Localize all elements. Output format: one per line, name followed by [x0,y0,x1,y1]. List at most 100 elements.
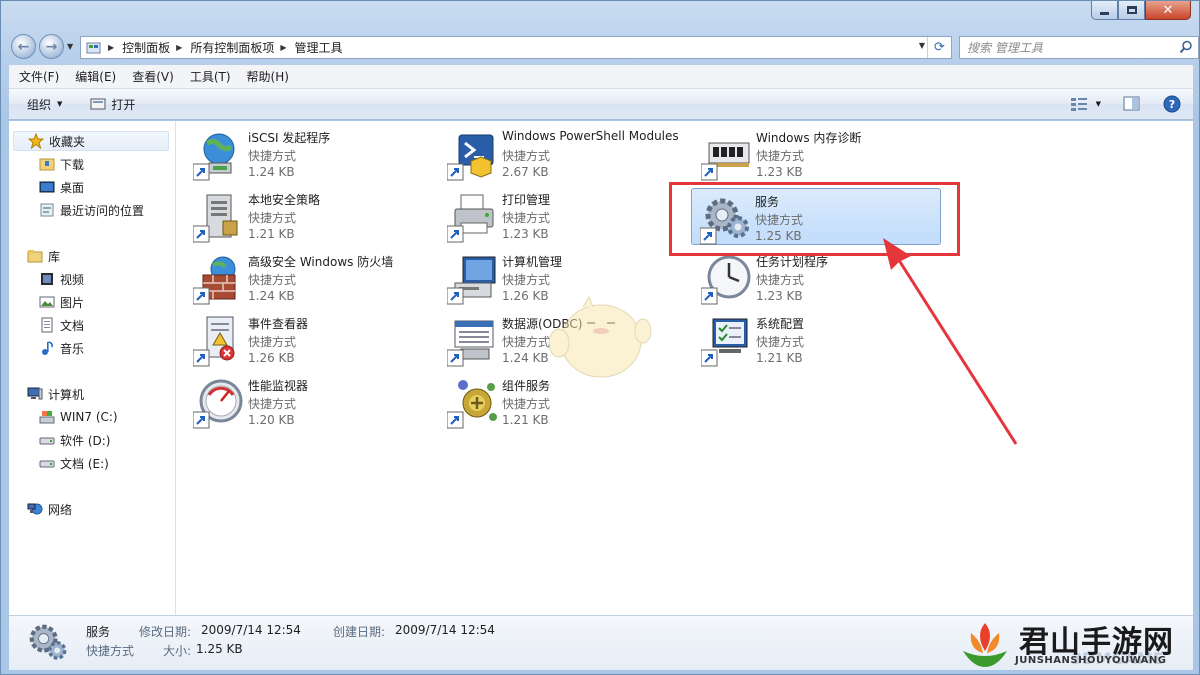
nav-favorites-label: 收藏夹 [49,134,86,149]
firewall-icon [193,256,236,305]
nav-desktop[interactable]: 桌面 [39,177,84,197]
nav-computer-label: 计算机 [48,387,85,402]
lotus-logo-icon [963,623,1007,667]
preview-pane-icon[interactable] [1123,96,1141,112]
odbc-icon [447,320,494,367]
nav-drive-d-label: 软件 (D:) [60,433,111,448]
address-bar[interactable]: ▶ 控制面板 ▶ 所有控制面板项 ▶ 管理工具 ▼ ⟳ [80,36,952,59]
breadcrumb-all-items[interactable]: 所有控制面板项 [190,39,274,56]
maximize-button[interactable] [1118,1,1145,20]
file-size: 1.26 KB [248,351,295,365]
memory-chip-icon [701,142,750,181]
chevron-down-icon: ▼ [57,100,63,108]
menu-help[interactable]: 帮助(H) [247,68,289,85]
nav-pictures[interactable]: 图片 [39,292,84,312]
open-icon [90,98,106,110]
minimize-button[interactable] [1091,1,1118,20]
maximize-icon [1126,6,1137,14]
nav-drive-d[interactable]: 软件 (D:) [39,430,110,450]
open-label: 打开 [111,97,136,112]
file-name: Windows 内存诊断 [756,131,862,145]
video-library-icon [41,273,53,285]
nav-music[interactable]: 音乐 [39,338,84,358]
nav-recent-places-label: 最近访问的位置 [60,203,145,218]
nav-desktop-label: 桌面 [60,180,85,195]
nav-documents-label: 文档 [60,318,85,333]
file-type: 快捷方式 [248,335,297,349]
downloads-folder-icon [39,158,55,171]
file-name: 性能监视器 [248,379,309,393]
detail-modified: 2009/7/14 12:54 [201,623,301,637]
file-name: 计算机管理 [502,255,563,269]
nav-libraries[interactable]: 库 [27,246,60,266]
file-item-print-management[interactable]: 打印管理 快捷方式 1.23 KB [439,187,689,245]
nav-videos[interactable]: 视频 [39,269,84,289]
nav-computer[interactable]: 计算机 [27,384,84,404]
view-options-chevron-icon[interactable]: ▼ [1096,100,1101,108]
picture-library-icon [39,296,55,308]
navigation-pane: 收藏夹 下载 桌面 最近访问的位置 库 视频 图片 文档 音乐 计算机 WIN7… [9,121,176,615]
file-item-iscsi[interactable]: iSCSI 发起程序 快捷方式 1.24 KB [185,125,435,183]
command-bar: 组织 ▼ 打开 ▼ ? [9,89,1193,120]
nav-drive-e[interactable]: 文档 (E:) [39,453,109,473]
file-type: 快捷方式 [248,273,297,287]
file-item-firewall[interactable]: 高级安全 Windows 防火墙 快捷方式 1.24 KB [185,249,435,307]
hard-drive-icon [39,437,55,445]
breadcrumb-control-panel[interactable]: 控制面板 [122,39,170,56]
detail-size: 1.25 KB [196,642,243,656]
navigation-bar: ← → ▼ ▶ 控制面板 ▶ 所有控制面板项 ▶ 管理工具 ▼ ⟳ 搜索 管理工… [9,33,1199,60]
menu-file[interactable]: 文件(F) [19,68,59,85]
forward-button[interactable]: → [39,34,64,59]
close-button[interactable]: ✕ [1145,1,1191,20]
computer-management-icon [447,256,496,305]
search-box[interactable]: 搜索 管理工具 [959,36,1199,59]
help-icon[interactable]: ? [1163,95,1181,113]
menu-bar: 文件(F) 编辑(E) 查看(V) 工具(T) 帮助(H) [9,65,1193,89]
recent-pages-chevron-icon[interactable]: ▼ [67,42,73,51]
change-view-icon[interactable] [1070,96,1088,112]
nav-recent-places[interactable]: 最近访问的位置 [39,200,144,220]
open-button[interactable]: 打开 [90,96,135,113]
address-dropdown-icon[interactable]: ▼ [919,41,925,50]
file-item-event-viewer[interactable]: 事件查看器 快捷方式 1.26 KB [185,311,435,369]
file-type: 快捷方式 [248,397,297,411]
control-panel-icon [86,42,101,53]
menu-tools[interactable]: 工具(T) [190,68,231,85]
nav-favorites[interactable]: 收藏夹 [13,131,169,151]
back-button[interactable]: ← [11,34,36,59]
file-name: iSCSI 发起程序 [248,131,331,145]
file-size: 1.21 KB [502,413,549,427]
file-size: 1.23 KB [502,227,549,241]
music-library-icon [42,341,53,355]
file-name: 事件查看器 [248,317,309,331]
file-size: 1.24 KB [502,351,549,365]
nav-drive-c[interactable]: WIN7 (C:) [39,407,118,427]
recent-places-icon [40,203,54,217]
file-type: 快捷方式 [756,149,805,163]
powershell-icon [447,134,494,181]
refresh-icon[interactable]: ⟳ [927,37,951,58]
search-icon[interactable] [1179,40,1193,54]
menu-view[interactable]: 查看(V) [132,68,174,85]
file-type: 快捷方式 [502,149,551,163]
file-item-memory-diagnostic[interactable]: Windows 内存诊断 快捷方式 1.23 KB [693,125,943,183]
nav-downloads[interactable]: 下载 [39,154,84,174]
nav-pictures-label: 图片 [60,295,85,310]
breadcrumb-admin-tools[interactable]: 管理工具 [295,39,343,56]
file-size: 1.23 KB [756,289,803,303]
organize-button[interactable]: 组织 ▼ [27,96,62,113]
nav-network-label: 网络 [48,502,73,517]
menu-edit[interactable]: 编辑(E) [75,68,116,85]
nav-documents[interactable]: 文档 [39,315,84,335]
nav-network[interactable]: 网络 [27,499,72,519]
nav-drive-c-label: WIN7 (C:) [60,410,118,424]
file-name: 打印管理 [502,193,551,207]
file-item-powershell-modules[interactable]: Windows PowerShell Modules 快捷方式 2.67 KB [439,125,689,183]
breadcrumb-separator-icon: ▶ [176,43,183,52]
minimize-icon [1100,11,1109,15]
file-item-local-security-policy[interactable]: 本地安全策略 快捷方式 1.21 KB [185,187,435,245]
file-item-performance-monitor[interactable]: 性能监视器 快捷方式 1.20 KB [185,373,435,431]
detail-name: 服务 [86,625,111,639]
organize-label: 组织 [27,97,52,112]
search-placeholder: 搜索 管理工具 [967,41,1043,55]
